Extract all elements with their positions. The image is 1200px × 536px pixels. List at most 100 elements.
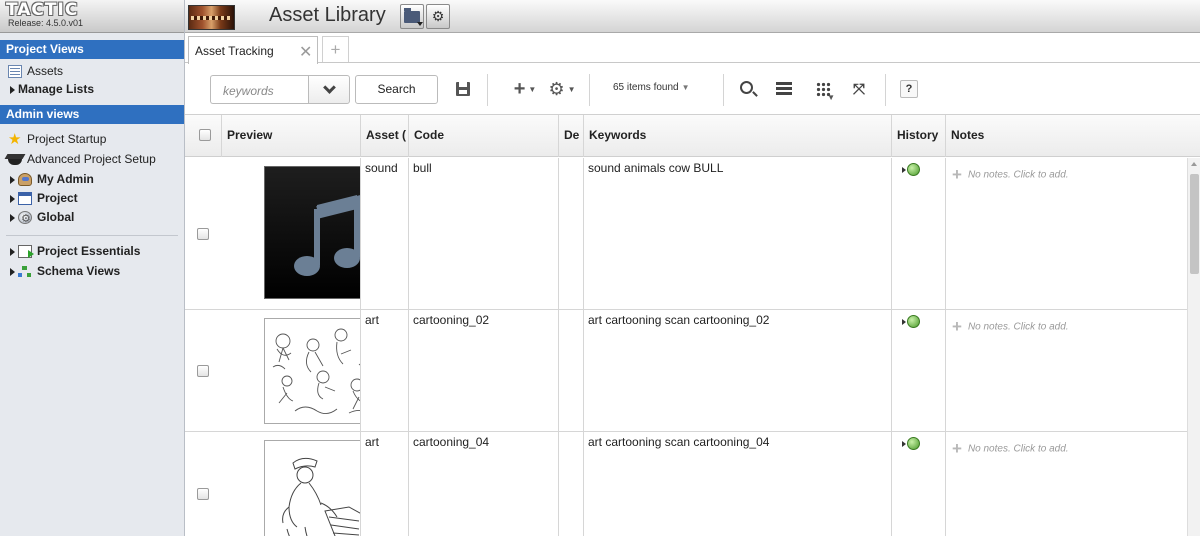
- sidebar-item-label: Project: [37, 191, 78, 205]
- toolbar-divider: [487, 74, 488, 106]
- table-row[interactable]: art cartooning_02 art cartooning scan ca…: [185, 310, 1187, 432]
- keywords-cell[interactable]: sound animals cow BULL: [583, 158, 891, 309]
- table-header: Preview Asset ( Code De Keywords History…: [185, 114, 1200, 157]
- code-cell[interactable]: bull: [408, 158, 558, 309]
- admin-views-header[interactable]: Admin views: [0, 105, 184, 124]
- column-header-history[interactable]: History: [891, 115, 945, 157]
- column-header-preview[interactable]: Preview: [221, 115, 360, 157]
- expand-triangle-icon[interactable]: [10, 247, 15, 256]
- project-views-header[interactable]: Project Views: [0, 40, 184, 59]
- notes-cell[interactable]: + No notes. Click to add.: [945, 310, 1187, 431]
- add-item-button[interactable]: + ▼: [509, 78, 541, 100]
- expand-triangle-icon[interactable]: [10, 267, 15, 276]
- add-note-icon[interactable]: +: [952, 317, 962, 336]
- preview-cell[interactable]: [221, 158, 360, 309]
- project-thumbnail[interactable]: [188, 5, 235, 30]
- notes-cell[interactable]: + No notes. Click to add.: [945, 158, 1187, 309]
- code-cell[interactable]: cartooning_02: [408, 310, 558, 431]
- history-button[interactable]: [902, 315, 920, 328]
- description-cell[interactable]: [558, 432, 583, 536]
- tab-bar: Asset Tracking ✕ +: [185, 33, 1200, 64]
- code-cell[interactable]: cartooning_04: [408, 432, 558, 536]
- caret-down-icon: ▼: [528, 84, 537, 94]
- row-checkbox[interactable]: [197, 488, 209, 500]
- notes-placeholder[interactable]: No notes. Click to add.: [968, 170, 1069, 181]
- history-cell: [891, 310, 945, 431]
- tab-asset-tracking[interactable]: Asset Tracking ✕: [188, 36, 318, 64]
- history-button[interactable]: [902, 163, 920, 176]
- close-icon[interactable]: ✕: [299, 42, 312, 62]
- music-note-thumbnail[interactable]: [264, 166, 360, 299]
- row-checkbox[interactable]: [197, 227, 209, 240]
- sketch-thumbnail[interactable]: [264, 440, 360, 536]
- add-note-icon[interactable]: +: [952, 165, 962, 184]
- sidebar-item-manage-lists[interactable]: Manage Lists: [0, 80, 184, 99]
- add-note-icon[interactable]: +: [952, 439, 962, 458]
- options-gear-button[interactable]: ⚙ ▼: [548, 79, 575, 99]
- keywords-input[interactable]: keywords: [210, 75, 308, 104]
- expand-triangle-icon[interactable]: [10, 194, 15, 203]
- scroll-up-arrow-icon[interactable]: [1191, 162, 1197, 166]
- sidebar-item-advanced-project-setup[interactable]: Advanced Project Setup: [0, 150, 184, 169]
- table-row[interactable]: art cartooning_04 art cartooning scan ca…: [185, 432, 1187, 536]
- expand-triangle-icon[interactable]: [10, 85, 15, 94]
- sidebar-item-project[interactable]: Project: [0, 189, 184, 208]
- keywords-cell[interactable]: art cartooning scan cartooning_02: [583, 310, 891, 431]
- table-row[interactable]: sound bull sound animals cow BULL + No no…: [185, 158, 1187, 310]
- expand-triangle-icon[interactable]: [10, 175, 15, 184]
- save-button[interactable]: [455, 79, 471, 99]
- select-all-checkbox[interactable]: [199, 129, 211, 141]
- asset-category-cell[interactable]: sound: [360, 158, 408, 309]
- history-cell: [891, 158, 945, 309]
- sidebar-item-assets[interactable]: Assets: [0, 62, 184, 81]
- notes-placeholder[interactable]: No notes. Click to add.: [968, 322, 1069, 333]
- search-button[interactable]: Search: [355, 75, 438, 104]
- vertical-scrollbar[interactable]: [1187, 158, 1200, 536]
- plus-icon: +: [330, 39, 341, 59]
- toolbar-divider: [723, 74, 724, 106]
- row-checkbox[interactable]: [197, 364, 209, 377]
- asset-category-cell[interactable]: art: [360, 432, 408, 536]
- sidebar-item-project-essentials[interactable]: Project Essentials: [0, 242, 184, 261]
- play-arrow-icon: [902, 166, 906, 173]
- sidebar-item-schema-views[interactable]: Schema Views: [0, 262, 184, 281]
- search-tool-button[interactable]: [738, 79, 758, 99]
- preview-cell[interactable]: [221, 310, 360, 431]
- preview-cell[interactable]: [221, 432, 360, 536]
- add-tab-button[interactable]: +: [322, 36, 349, 62]
- help-button[interactable]: ?: [900, 80, 918, 98]
- column-header-description[interactable]: De: [558, 115, 583, 157]
- scrollbar-thumb[interactable]: [1190, 174, 1199, 274]
- expand-triangle-icon[interactable]: [10, 213, 15, 222]
- description-cell[interactable]: [558, 158, 583, 309]
- notes-cell[interactable]: + No notes. Click to add.: [945, 432, 1187, 536]
- history-icon: [907, 437, 920, 450]
- notes-placeholder[interactable]: No notes. Click to add.: [968, 444, 1069, 455]
- keywords-dropdown-button[interactable]: [308, 75, 350, 104]
- column-header-notes[interactable]: Notes: [945, 115, 1200, 157]
- caret-down-icon: ▼: [681, 83, 690, 92]
- settings-button[interactable]: ⚙: [426, 4, 450, 29]
- caret-down-icon: ▼: [827, 93, 835, 102]
- grid-view-button[interactable]: ▼: [811, 79, 835, 102]
- sidebar-divider: [6, 235, 178, 236]
- sidebar-item-my-admin[interactable]: My Admin: [0, 170, 184, 189]
- asset-category-cell[interactable]: art: [360, 310, 408, 431]
- expand-button[interactable]: ⤧: [849, 79, 869, 99]
- column-header-code[interactable]: Code: [408, 115, 558, 157]
- description-cell[interactable]: [558, 310, 583, 431]
- open-project-button[interactable]: [400, 4, 424, 29]
- sidebar-item-label: Project Startup: [27, 132, 107, 146]
- history-button[interactable]: [902, 437, 920, 450]
- sidebar-item-project-startup[interactable]: ★ Project Startup: [0, 130, 184, 149]
- column-header-asset-category[interactable]: Asset (: [360, 115, 408, 157]
- chevron-down-icon: [322, 80, 336, 94]
- schema-icon: [18, 265, 32, 278]
- sidebar-item-global[interactable]: Global: [0, 208, 184, 229]
- keywords-cell[interactable]: art cartooning scan cartooning_04: [583, 432, 891, 536]
- sketch-thumbnail[interactable]: [264, 318, 360, 424]
- list-view-button[interactable]: [775, 79, 793, 99]
- items-found-dropdown[interactable]: 65 items found ▼: [613, 82, 690, 93]
- folder-open-icon: [404, 7, 423, 26]
- column-header-keywords[interactable]: Keywords: [583, 115, 891, 157]
